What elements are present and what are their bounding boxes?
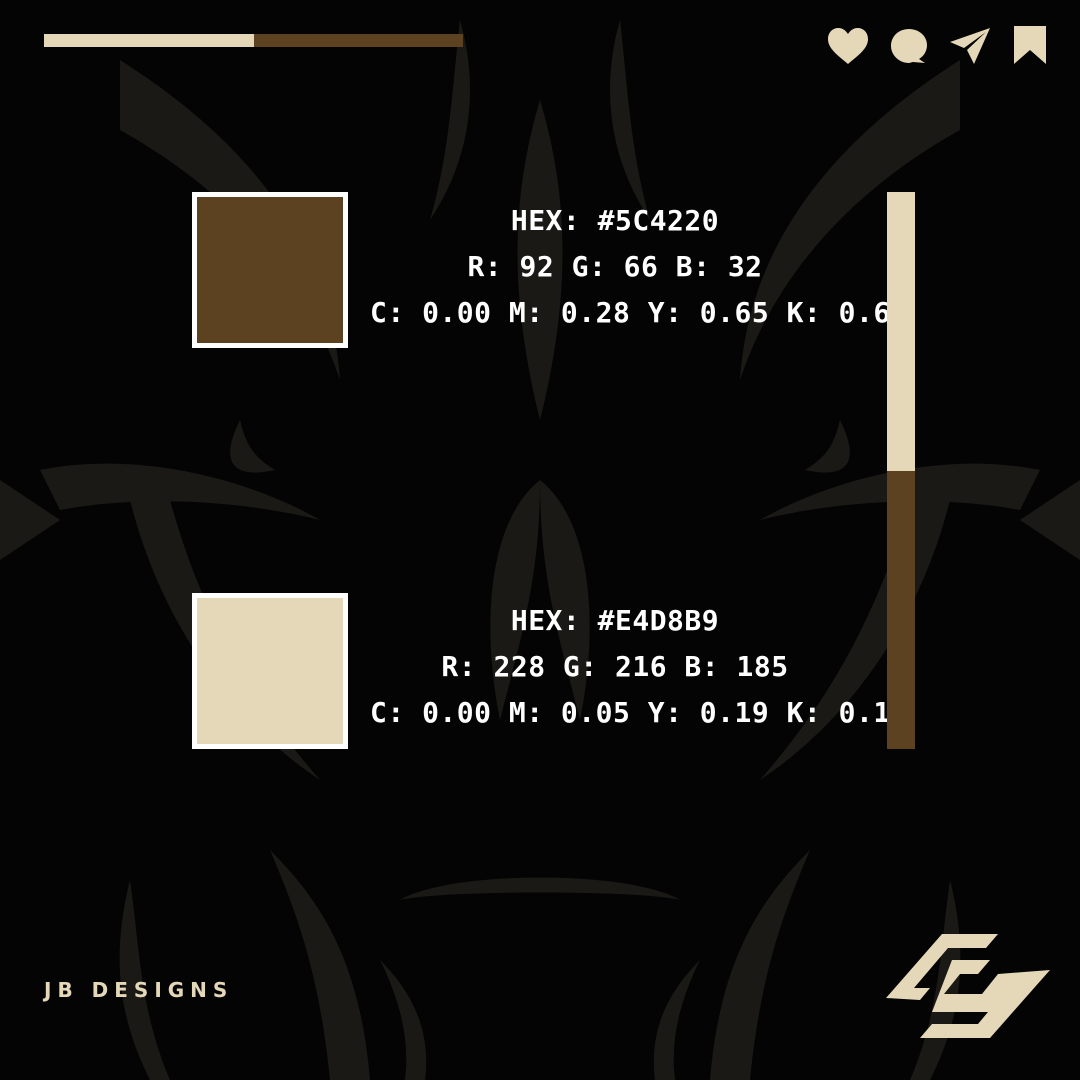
- color-info-2: HEX: #E4D8B9 R: 228 G: 216 B: 185 C: 0.0…: [370, 598, 909, 736]
- share-icon[interactable]: [948, 26, 992, 66]
- tribal-pattern-background: [0, 20, 1080, 1080]
- brand-logo-icon: [886, 930, 1050, 1042]
- color-info-1: HEX: #5C4220 R: 92 G: 66 B: 32 C: 0.00 M…: [370, 198, 909, 336]
- cmyk-values: C: 0.00 M: 0.05 Y: 0.19 K: 0.11: [370, 696, 909, 729]
- palette-ratio-bar: [887, 192, 915, 749]
- story-progress-bar: [44, 34, 463, 47]
- cmyk-values: C: 0.00 M: 0.28 Y: 0.65 K: 0.64: [370, 296, 909, 329]
- bookmark-icon[interactable]: [1008, 26, 1052, 66]
- brand-name: JB DESIGNS: [44, 978, 234, 1002]
- story-progress-fill: [44, 34, 254, 47]
- comment-icon[interactable]: [888, 26, 932, 66]
- palette-ratio-light: [887, 192, 915, 471]
- rgb-values: R: 92 G: 66 B: 32: [467, 250, 763, 283]
- color-swatch-1: [192, 192, 348, 348]
- action-icons: [826, 26, 1050, 66]
- color-swatch-2: [192, 593, 348, 749]
- hex-value: HEX: #E4D8B9: [510, 604, 720, 637]
- rgb-values: R: 228 G: 216 B: 185: [441, 650, 789, 683]
- palette-post: HEX: #5C4220 R: 92 G: 66 B: 32 C: 0.00 M…: [0, 0, 1080, 1080]
- heart-icon[interactable]: [826, 26, 870, 66]
- hex-value: HEX: #5C4220: [510, 204, 720, 237]
